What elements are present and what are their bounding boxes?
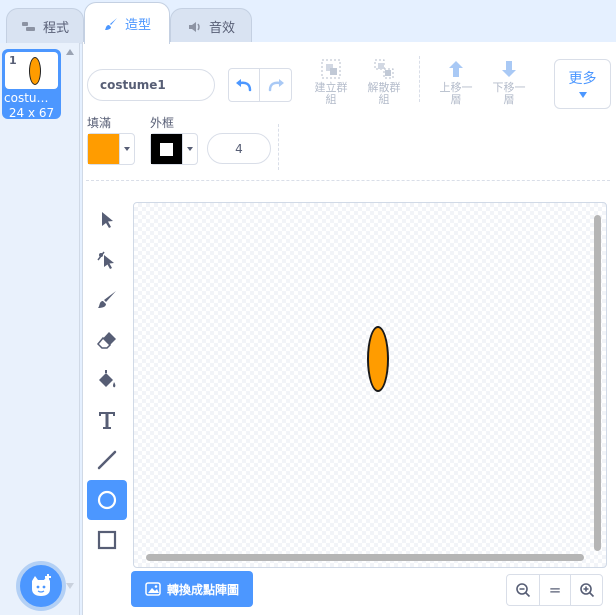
arrow-pointer-icon bbox=[102, 212, 113, 228]
eraser-icon bbox=[96, 332, 116, 349]
toolbar-divider bbox=[278, 124, 279, 170]
scroll-up-arrow-icon[interactable] bbox=[66, 49, 74, 55]
horizontal-scrollbar[interactable] bbox=[146, 554, 584, 561]
tab-costumes[interactable]: 造型 bbox=[84, 2, 170, 44]
fill-tool[interactable] bbox=[87, 360, 127, 400]
paint-canvas[interactable] bbox=[133, 202, 607, 568]
more-button[interactable]: 更多 bbox=[554, 59, 611, 109]
cat-plus-icon bbox=[32, 574, 51, 596]
ungroup-label: 解散群組 bbox=[367, 81, 401, 106]
zoom-in-icon bbox=[579, 583, 594, 598]
circle-tool[interactable] bbox=[87, 480, 127, 520]
backward-label: 下移一層 bbox=[492, 81, 526, 106]
undo-icon bbox=[236, 79, 252, 92]
tab-costumes-label: 造型 bbox=[124, 18, 151, 33]
zoom-reset-label: = bbox=[548, 581, 562, 599]
costume-thumbnail: 1 bbox=[5, 52, 58, 89]
reshape-pointer-icon bbox=[97, 251, 114, 269]
forward-label: 上移一層 bbox=[439, 81, 473, 106]
forward-button[interactable]: 上移一層 bbox=[432, 58, 480, 106]
code-icon bbox=[21, 21, 35, 31]
text-tool[interactable] bbox=[87, 400, 127, 440]
costume-item[interactable]: 1 costume… 24 x 67 bbox=[2, 49, 61, 120]
ungroup-button[interactable]: 解散群組 bbox=[360, 58, 408, 106]
costume-name-input[interactable] bbox=[87, 69, 215, 101]
sprite-oval-shape[interactable] bbox=[367, 326, 389, 392]
rect-tool[interactable] bbox=[87, 520, 127, 560]
outline-width-input[interactable] bbox=[207, 133, 271, 164]
paint-bucket-icon bbox=[99, 370, 116, 388]
reshape-tool[interactable] bbox=[87, 240, 127, 280]
tab-code-label: 程式 bbox=[42, 21, 69, 36]
convert-label: 轉換成點陣圖 bbox=[166, 582, 239, 597]
zoom-in-button[interactable] bbox=[570, 575, 602, 605]
redo-icon bbox=[268, 79, 284, 92]
fill-label: 填滿 bbox=[87, 116, 112, 130]
circle-icon bbox=[97, 490, 117, 510]
outline-color-picker[interactable] bbox=[150, 133, 198, 165]
tab-sounds-label: 音效 bbox=[208, 21, 235, 36]
undo-button[interactable] bbox=[229, 69, 261, 101]
line-icon bbox=[97, 450, 117, 470]
convert-to-bitmap-button[interactable]: 轉換成點陣圖 bbox=[131, 571, 253, 607]
costume-number: 1 bbox=[9, 54, 17, 67]
group-icon bbox=[321, 59, 341, 79]
group-button[interactable]: 建立群組 bbox=[307, 58, 355, 106]
backward-button[interactable]: 下移一層 bbox=[485, 58, 533, 106]
image-icon bbox=[145, 582, 161, 596]
group-label: 建立群組 bbox=[314, 81, 348, 106]
fill-color-picker[interactable] bbox=[87, 133, 135, 165]
chevron-down-icon bbox=[120, 134, 134, 164]
costume-list: 1 costume… 24 x 67 bbox=[0, 43, 80, 615]
costume-item-size: 24 x 67 bbox=[8, 106, 55, 120]
eraser-tool[interactable] bbox=[87, 320, 127, 360]
ungroup-icon bbox=[374, 59, 394, 79]
undo-redo-group bbox=[228, 68, 292, 102]
add-costume-button[interactable] bbox=[16, 561, 66, 611]
outline-label: 外框 bbox=[150, 116, 175, 130]
toolbar-divider bbox=[419, 56, 420, 102]
brush-icon bbox=[104, 17, 117, 30]
chevron-down-icon bbox=[578, 92, 587, 98]
more-label: 更多 bbox=[568, 71, 597, 87]
text-t-icon bbox=[99, 412, 115, 429]
scroll-down-arrow-icon[interactable] bbox=[66, 583, 74, 589]
arrow-up-icon bbox=[449, 61, 463, 77]
zoom-out-button[interactable] bbox=[507, 575, 539, 605]
brush-icon bbox=[98, 291, 116, 308]
square-icon bbox=[97, 530, 117, 550]
arrow-down-icon bbox=[502, 61, 516, 77]
redo-button[interactable] bbox=[260, 69, 291, 101]
line-tool[interactable] bbox=[87, 440, 127, 480]
brush-tool[interactable] bbox=[87, 280, 127, 320]
costume-item-name: costume… bbox=[4, 91, 61, 105]
chevron-down-icon bbox=[183, 134, 197, 164]
zoom-out-icon bbox=[516, 583, 530, 598]
fill-swatch bbox=[88, 134, 120, 164]
thumbnail-oval bbox=[29, 57, 41, 85]
select-tool[interactable] bbox=[87, 200, 127, 240]
tab-code[interactable]: 程式 bbox=[6, 8, 84, 44]
outline-swatch bbox=[151, 134, 183, 164]
tab-sounds[interactable]: 音效 bbox=[170, 8, 252, 44]
editor-tabs: 程式 造型 音效 bbox=[0, 0, 616, 44]
toolbar-bottom-divider bbox=[86, 180, 610, 181]
vertical-scrollbar[interactable] bbox=[594, 215, 601, 551]
paint-editor: 建立群組 解散群組 上移一層 下移一層 更多 填滿 外框 bbox=[82, 42, 616, 615]
zoom-controls: = bbox=[506, 574, 603, 606]
zoom-reset-button[interactable]: = bbox=[538, 575, 571, 605]
speaker-icon bbox=[188, 21, 200, 32]
